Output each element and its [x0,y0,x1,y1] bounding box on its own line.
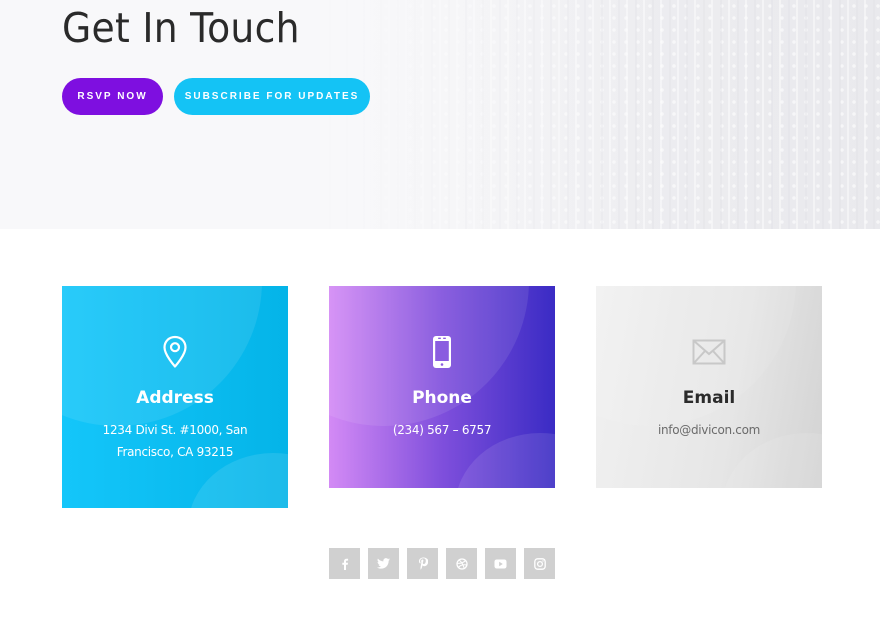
address-card: Address 1234 Divi St. #1000, San Francis… [62,286,288,508]
twitter-icon [377,558,390,569]
youtube-link[interactable] [485,548,516,579]
email-text[interactable]: info@divicon.com [644,419,774,441]
subscribe-for-updates-button[interactable]: SUBSCRIBE FOR UPDATES [174,78,370,115]
smartphone-icon [424,334,460,370]
envelope-icon [691,334,727,370]
hero-section: Get In Touch RSVP NOW SUBSCRIBE FOR UPDA… [0,0,880,229]
email-title: Email [682,388,736,408]
page-title: Get In Touch [62,4,300,52]
pinterest-icon [418,557,428,570]
youtube-icon [494,559,507,569]
instagram-icon [533,557,546,570]
map-pin-icon [157,334,193,370]
phone-title: Phone [412,388,472,408]
social-links [329,548,555,579]
twitter-link[interactable] [368,548,399,579]
facebook-icon [339,558,351,570]
facebook-link[interactable] [329,548,360,579]
dribbble-icon [455,557,468,570]
instagram-link[interactable] [524,548,555,579]
dribbble-link[interactable] [446,548,477,579]
email-card: Email info@divicon.com [596,286,822,488]
phone-text[interactable]: (234) 567 – 6757 [379,419,505,441]
rsvp-now-button[interactable]: RSVP NOW [62,78,163,115]
pinterest-link[interactable] [407,548,438,579]
phone-card: Phone (234) 567 – 6757 [329,286,555,488]
address-title: Address [136,388,214,408]
address-text: 1234 Divi St. #1000, San Francisco, CA 9… [102,423,248,459]
